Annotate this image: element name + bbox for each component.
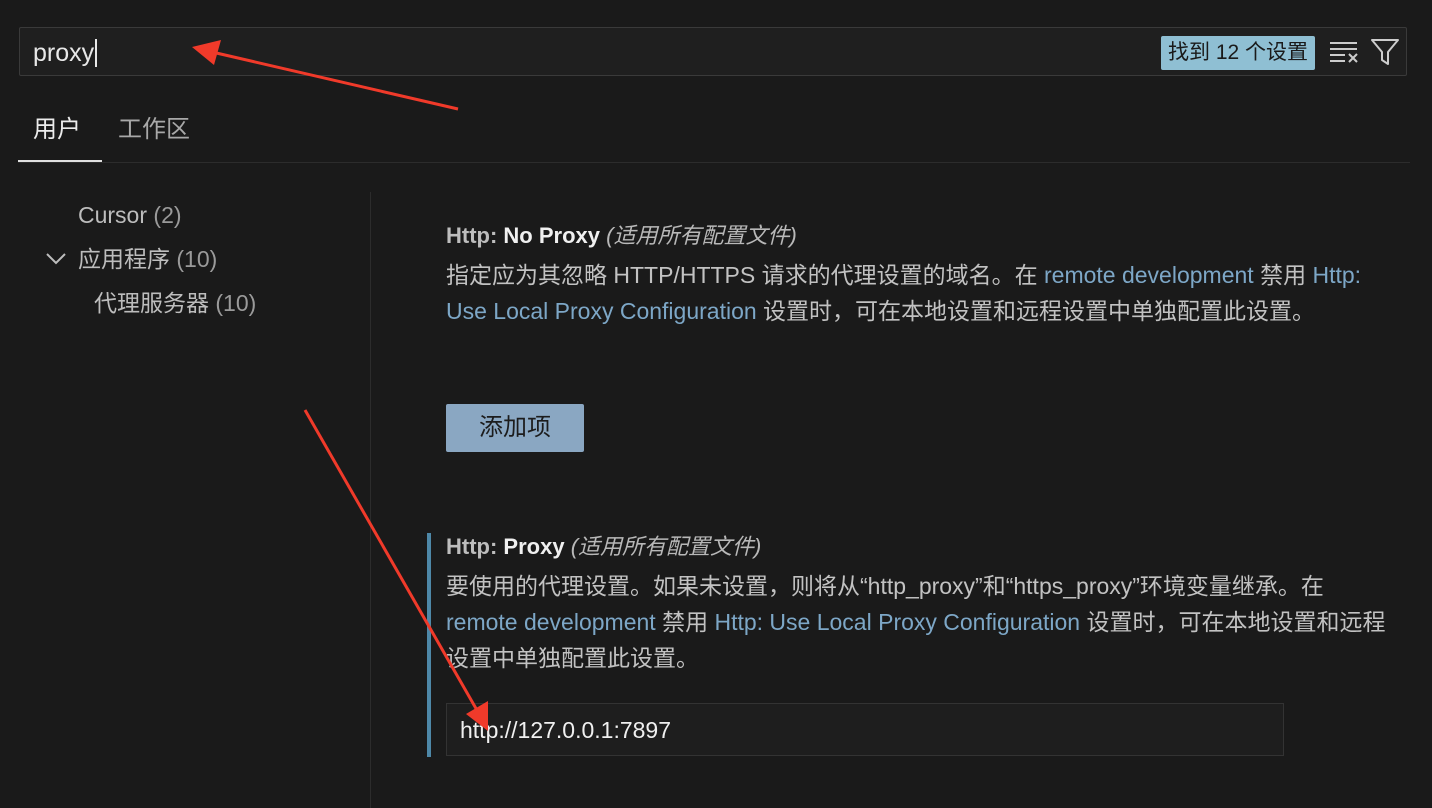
text-caret (95, 39, 98, 67)
settings-search-box[interactable]: proxy 找到 12 个设置 (19, 27, 1407, 76)
active-tab-indicator (18, 160, 102, 162)
setting-description: 要使用的代理设置。如果未设置，则将从“http_proxy”和“https_pr… (446, 568, 1396, 676)
toc-item-count: (10) (215, 290, 257, 316)
toc-item-proxy-server[interactable]: 代理服务器 (10) (94, 288, 256, 318)
description-text: 指定应为其忽略 HTTP/HTTPS 请求的代理设置的域名。在 (446, 262, 1044, 288)
remote-development-link[interactable]: remote development (1044, 262, 1254, 288)
setting-title: Http: No Proxy (适用所有配置文件) (446, 221, 1396, 251)
result-count-badge: 找到 12 个设置 (1161, 36, 1316, 70)
setting-name: No Proxy (503, 223, 601, 248)
focused-setting-indicator (427, 533, 431, 757)
setting-title: Http: Proxy (适用所有配置文件) (446, 532, 1396, 562)
toc-item-cursor[interactable]: Cursor (2) (78, 200, 182, 230)
chevron-down-icon[interactable] (45, 252, 67, 266)
settings-scope-tabs: 用户 工作区 (18, 104, 1410, 163)
toc-item-count: (10) (176, 246, 218, 272)
toc-item-label: 代理服务器 (94, 290, 209, 316)
remote-development-link[interactable]: remote development (446, 609, 656, 635)
setting-category: Http: (446, 223, 504, 248)
toc-item-count: (2) (153, 202, 182, 228)
clear-search-icon[interactable] (1329, 39, 1359, 65)
toc-item-application[interactable]: 应用程序 (10) (78, 244, 217, 274)
toc-divider (370, 192, 371, 808)
tab-user[interactable]: 用户 (33, 114, 81, 146)
toc-item-label: Cursor (78, 202, 148, 228)
search-input[interactable]: proxy (33, 39, 98, 67)
toc-item-label: 应用程序 (78, 246, 170, 272)
proxy-url-input[interactable]: http://127.0.0.1:7897 (446, 703, 1284, 756)
description-text: 设置时，可在本地设置和远程设置中单独配置此设置。 (756, 298, 1316, 324)
tab-workspace[interactable]: 工作区 (118, 114, 190, 146)
setting-scope: (适用所有配置文件) (606, 223, 797, 248)
description-text: 禁用 (1253, 262, 1313, 288)
description-text: 要使用的代理设置。如果未设置，则将从“http_proxy”和“https_pr… (446, 573, 1324, 599)
setting-name: Proxy (503, 534, 565, 559)
filter-icon[interactable] (1370, 38, 1400, 66)
add-item-button[interactable]: 添加项 (446, 404, 584, 452)
setting-description: 指定应为其忽略 HTTP/HTTPS 请求的代理设置的域名。在 remote d… (446, 257, 1396, 329)
setting-http-proxy: Http: Proxy (适用所有配置文件) 要使用的代理设置。如果未设置，则将… (446, 532, 1396, 676)
search-query: proxy (33, 39, 95, 67)
setting-category: Http: (446, 534, 504, 559)
setting-scope: (适用所有配置文件) (570, 534, 762, 559)
setting-http-no-proxy: Http: No Proxy (适用所有配置文件) 指定应为其忽略 HTTP/H… (446, 221, 1396, 329)
description-text: 禁用 (655, 609, 715, 635)
use-local-proxy-link[interactable]: Http: Use Local Proxy Configuration (714, 609, 1080, 635)
